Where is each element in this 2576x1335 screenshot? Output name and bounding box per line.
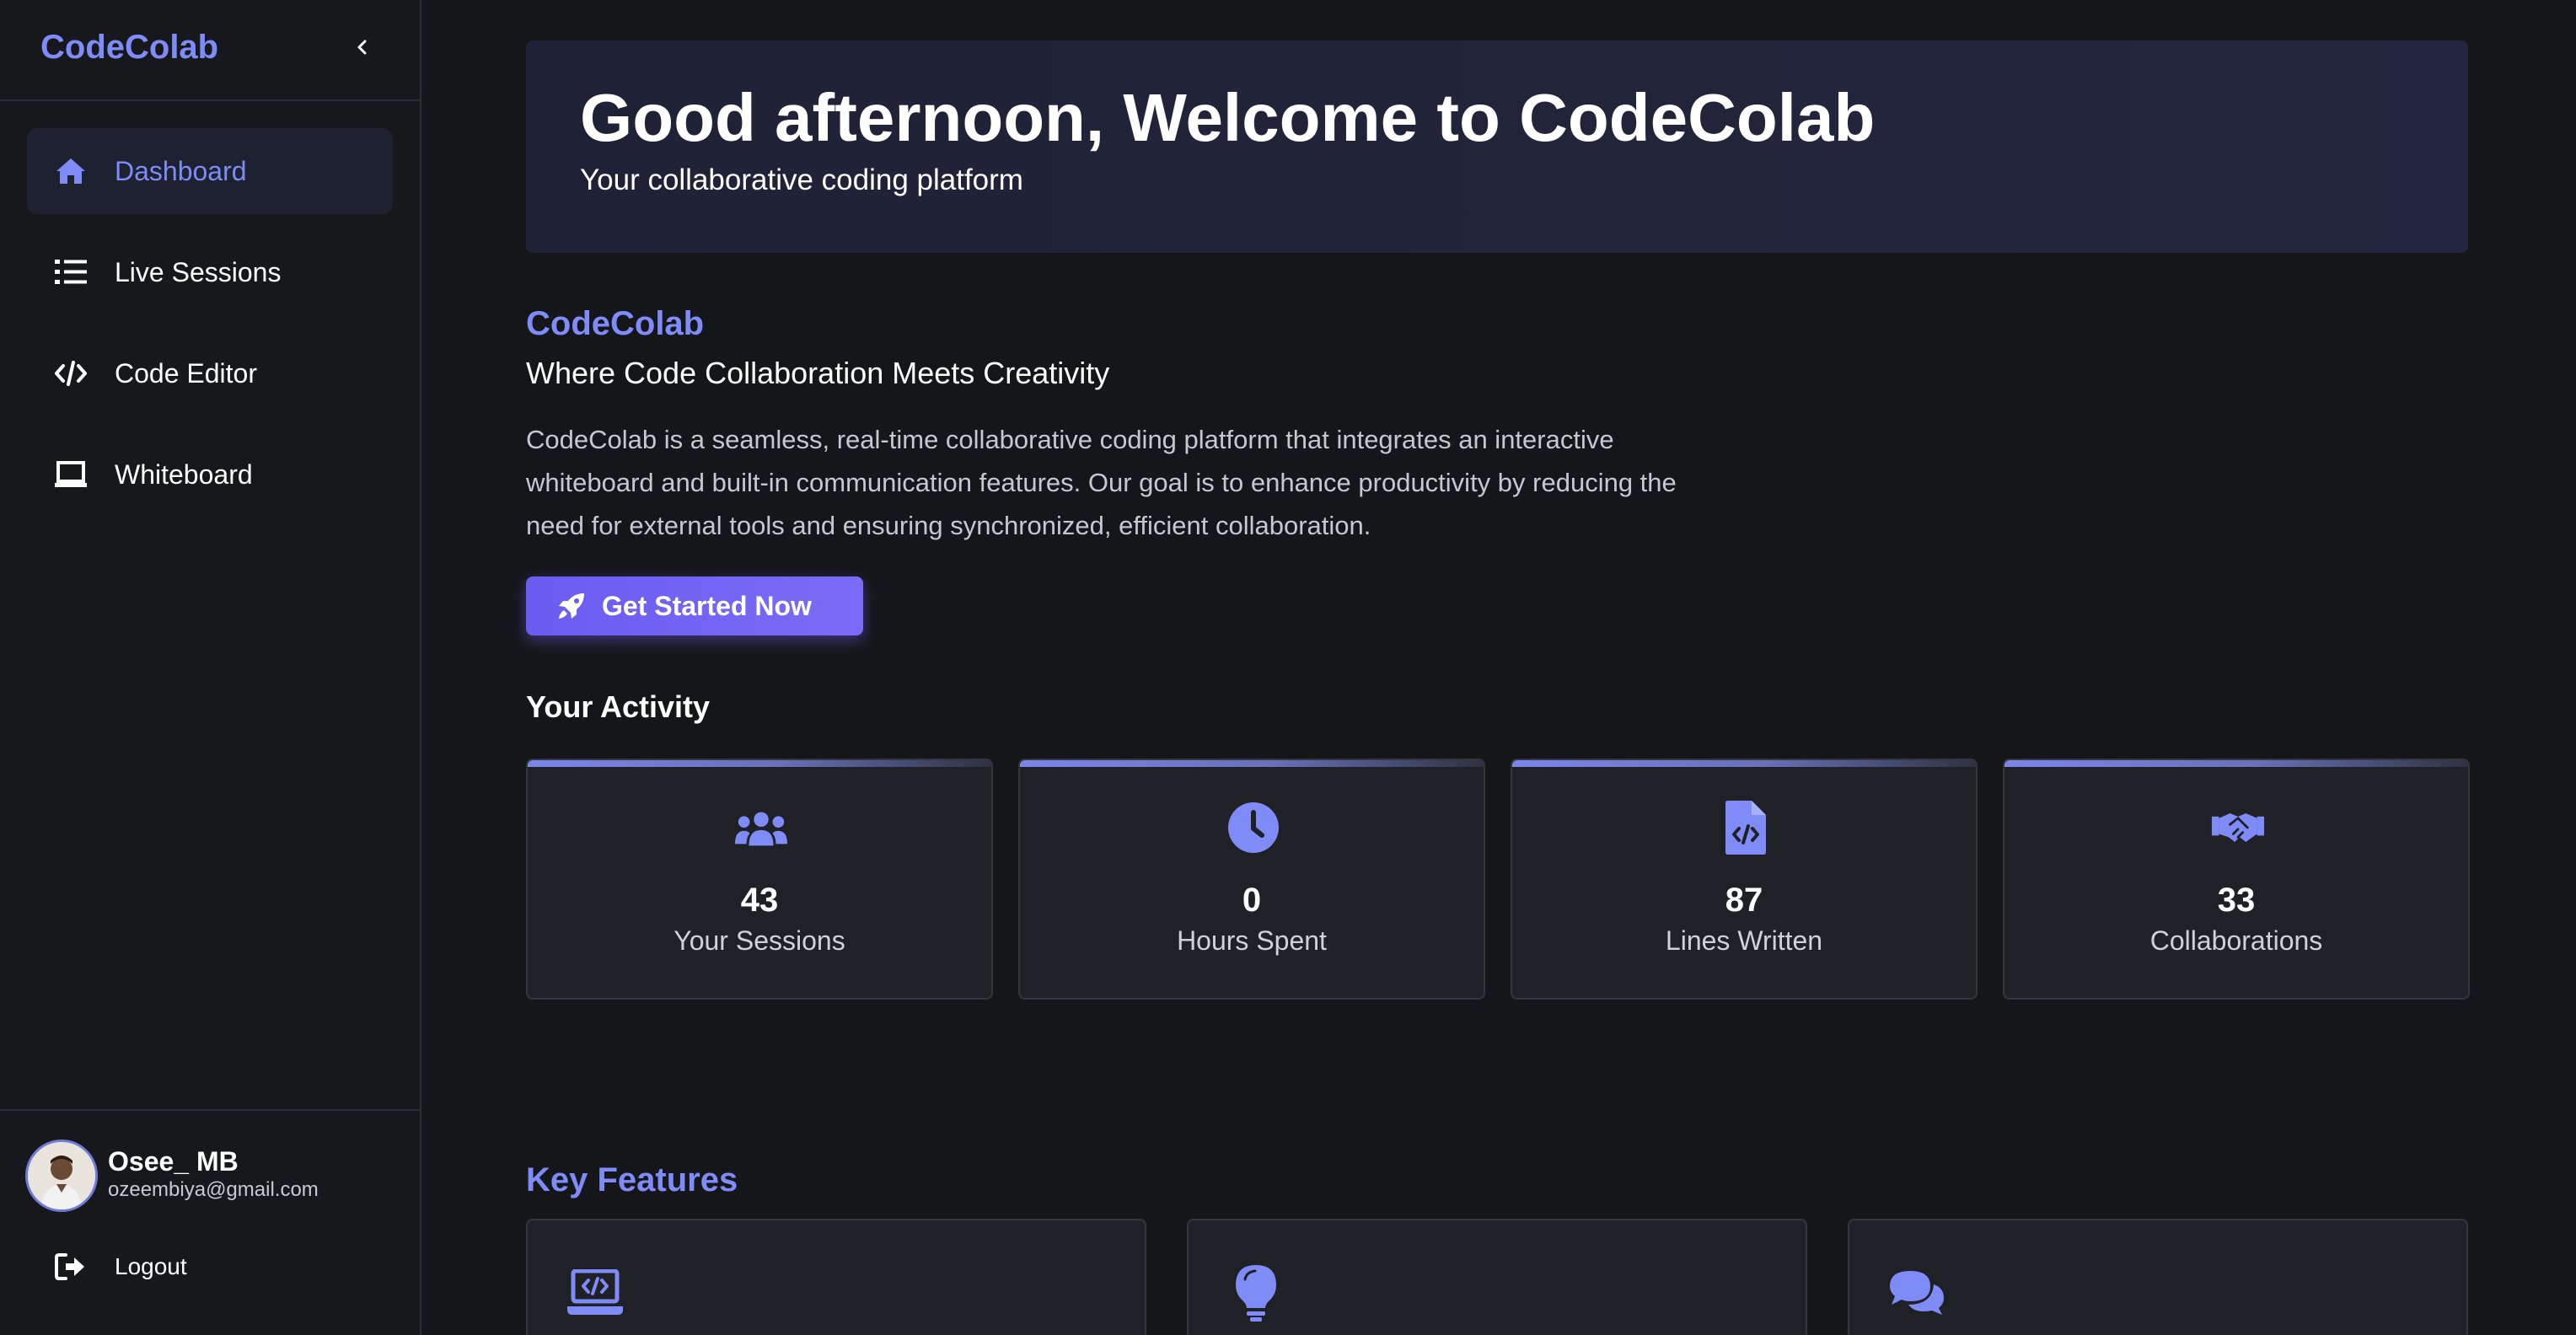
stat-card-accent bbox=[2004, 760, 2468, 767]
stat-card-lines: 87 Lines Written bbox=[1511, 759, 1978, 1000]
rocket-icon bbox=[556, 591, 587, 621]
stat-card-hours: 0 Hours Spent bbox=[1018, 759, 1485, 1000]
lightbulb-icon bbox=[1226, 1263, 1286, 1323]
list-icon bbox=[52, 254, 89, 291]
stat-card-accent bbox=[1020, 760, 1484, 767]
stat-card-sessions: 43 Your Sessions bbox=[526, 759, 993, 1000]
avatar[interactable] bbox=[25, 1139, 98, 1212]
sidebar-item-whiteboard[interactable]: Whiteboard bbox=[27, 432, 393, 517]
welcome-banner: Good afternoon, Welcome to CodeColab You… bbox=[526, 40, 2468, 253]
about-tagline: Where Code Collaboration Meets Creativit… bbox=[526, 356, 1110, 390]
logout-button[interactable]: Logout bbox=[27, 1237, 280, 1296]
main-content: Good afternoon, Welcome to CodeColab You… bbox=[421, 0, 2576, 1335]
feature-card-code bbox=[526, 1219, 1146, 1335]
user-name: Osee_ MB bbox=[108, 1146, 239, 1177]
laptop-code-icon bbox=[565, 1263, 625, 1323]
stat-label: Collaborations bbox=[2149, 925, 2323, 956]
laptop-icon bbox=[52, 456, 89, 493]
stat-value: 33 bbox=[2217, 882, 2256, 919]
user-email: ozeembiya@gmail.com bbox=[108, 1178, 319, 1201]
code-file-icon bbox=[1719, 801, 1773, 855]
stat-card-accent bbox=[528, 760, 991, 767]
stat-label: Hours Spent bbox=[1177, 925, 1327, 956]
sidebar-nav: Dashboard Live Sessions Code Editor Whit… bbox=[27, 128, 393, 533]
sidebar-item-label: Live Sessions bbox=[115, 256, 282, 287]
sidebar-item-label: Dashboard bbox=[115, 155, 247, 186]
logout-icon bbox=[52, 1248, 89, 1285]
activity-stats: 43 Your Sessions 0 Hours Spent 87 Lines … bbox=[526, 759, 2470, 1000]
home-icon bbox=[52, 153, 89, 190]
collapse-sidebar-button[interactable] bbox=[346, 30, 379, 64]
activity-title: Your Activity bbox=[526, 689, 711, 724]
feature-card-ideas bbox=[1187, 1219, 1807, 1335]
code-icon bbox=[52, 355, 89, 392]
stat-value: 0 bbox=[1242, 882, 1262, 919]
sidebar-item-code-editor[interactable]: Code Editor bbox=[27, 330, 393, 416]
clock-icon bbox=[1226, 801, 1280, 855]
sidebar-item-label: Whiteboard bbox=[115, 458, 253, 490]
sidebar-item-label: Code Editor bbox=[115, 357, 257, 389]
logout-label: Logout bbox=[115, 1253, 187, 1279]
sidebar-header: CodeColab bbox=[0, 0, 420, 101]
comments-icon bbox=[1886, 1263, 1947, 1323]
get-started-button[interactable]: Get Started Now bbox=[526, 576, 863, 635]
feature-card-chat bbox=[1848, 1219, 2468, 1335]
stat-label: Your Sessions bbox=[674, 925, 845, 956]
about-description: CodeColab is a seamless, real-time colla… bbox=[526, 425, 1677, 540]
sidebar: CodeColab Dashboard Live Sessions Code E… bbox=[0, 0, 421, 1335]
sidebar-item-dashboard[interactable]: Dashboard bbox=[27, 128, 393, 214]
sidebar-item-live-sessions[interactable]: Live Sessions bbox=[27, 229, 393, 315]
brand-logo[interactable]: CodeColab bbox=[40, 29, 218, 67]
stat-label: Lines Written bbox=[1665, 925, 1823, 956]
users-icon bbox=[734, 801, 788, 855]
about-title: CodeColab bbox=[526, 305, 705, 342]
handshake-icon bbox=[2211, 801, 2265, 855]
page-subtitle: Your collaborative coding platform bbox=[580, 164, 1023, 196]
stat-card-collaborations: 33 Collaborations bbox=[2003, 759, 2470, 1000]
stat-card-accent bbox=[1512, 760, 1976, 767]
features-title: Key Features bbox=[526, 1161, 738, 1198]
stat-value: 87 bbox=[1725, 882, 1763, 919]
stat-value: 43 bbox=[740, 882, 779, 919]
chevron-left-icon bbox=[357, 40, 367, 55]
sidebar-footer: Osee_ MB ozeembiya@gmail.com Logout bbox=[0, 1109, 420, 1335]
app-root: CodeColab Dashboard Live Sessions Code E… bbox=[0, 0, 2576, 1335]
page-title: Good afternoon, Welcome to CodeColab bbox=[580, 80, 1876, 155]
get-started-label: Get Started Now bbox=[602, 590, 812, 621]
